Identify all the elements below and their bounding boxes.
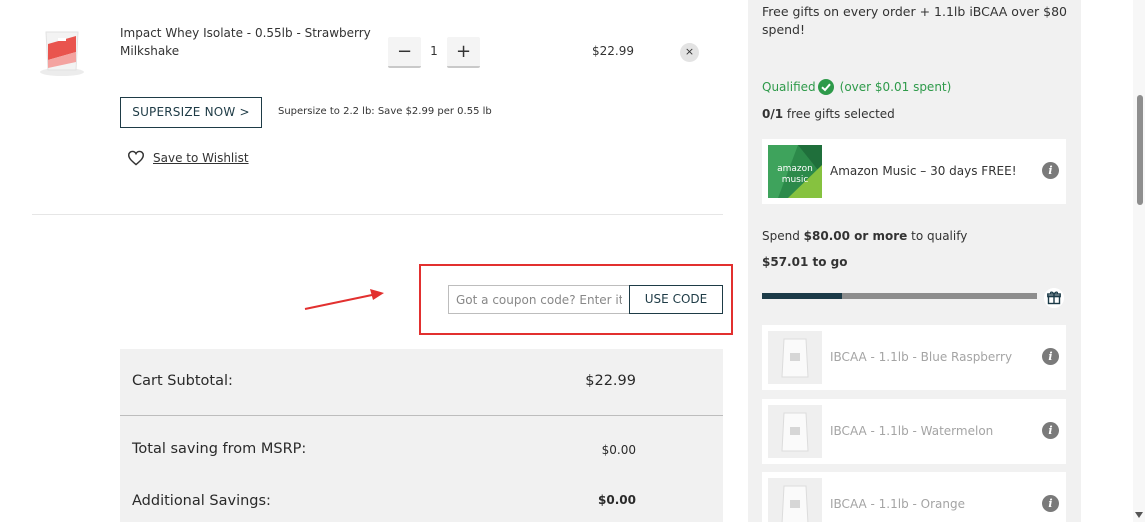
gift-selection-count: 0/1 free gifts selected (762, 107, 895, 121)
qualified-label: Qualified (762, 80, 816, 94)
amount-to-go: $57.01 to go (762, 255, 848, 269)
use-code-button[interactable]: USE CODE (629, 285, 723, 314)
ibcaa-pouch-image (768, 478, 822, 522)
ibcaa-pouch-image (768, 405, 822, 458)
spend-prefix: Spend (762, 229, 804, 243)
totals-divider (120, 415, 723, 416)
amazon-logo-line2: music (782, 175, 809, 185)
page-scrollbar[interactable] (1133, 0, 1145, 522)
msrp-saving-label: Total saving from MSRP: (132, 441, 307, 457)
gift-count-suffix: free gifts selected (783, 107, 895, 121)
qualified-note: (over $0.01 spent) (839, 80, 952, 94)
free-gifts-sidebar: Free gifts on every order + 1.1lb iBCAA … (748, 0, 1081, 522)
heart-icon (127, 150, 145, 166)
gift-name: IBCAA - 1.1lb - Blue Raspberry (830, 350, 1013, 364)
scroll-down-arrow-icon[interactable] (1135, 512, 1143, 518)
remove-item-button[interactable]: × (680, 43, 699, 62)
info-icon[interactable]: i (1042, 422, 1059, 439)
product-image[interactable] (32, 22, 92, 78)
gift-card-amazon-music[interactable]: amazon music Amazon Music – 30 days FREE… (762, 139, 1066, 204)
gift-icon (1044, 288, 1064, 308)
qualified-status: Qualified (over $0.01 spent) (762, 79, 951, 95)
spend-threshold: Spend $80.00 or more to qualify (762, 229, 967, 243)
check-circle-icon (817, 79, 834, 95)
gift-card-ibcaa-orange[interactable]: IBCAA - 1.1lb - Orange i (762, 472, 1066, 522)
subtotal-value: $22.99 (585, 373, 636, 389)
gift-name: Amazon Music – 30 days FREE! (830, 164, 1017, 178)
ibcaa-pouch-image (768, 331, 822, 384)
info-icon[interactable]: i (1042, 495, 1059, 512)
amazon-logo-line1: amazon (777, 164, 813, 174)
coupon-code-input[interactable] (448, 285, 629, 314)
quantity-value[interactable]: 1 (421, 44, 447, 58)
amazon-music-logo: amazon music (768, 145, 822, 198)
gift-card-ibcaa-watermelon[interactable]: IBCAA - 1.1lb - Watermelon i (762, 399, 1066, 464)
spend-suffix: to qualify (907, 229, 968, 243)
gift-name: IBCAA - 1.1lb - Watermelon (830, 424, 994, 438)
quantity-decrease-button[interactable]: − (388, 37, 421, 68)
quantity-increase-button[interactable]: + (447, 37, 480, 68)
annotation-arrow-icon (304, 289, 384, 310)
cart-totals: Cart Subtotal: $22.99 Total saving from … (120, 349, 723, 522)
section-divider (32, 214, 723, 215)
gift-name: IBCAA - 1.1lb - Orange (830, 497, 965, 511)
subtotal-label: Cart Subtotal: (132, 373, 233, 389)
gift-progress-bar (762, 293, 1037, 299)
info-icon[interactable]: i (1042, 162, 1059, 179)
scrollbar-thumb[interactable] (1137, 95, 1143, 205)
close-icon: × (684, 45, 695, 58)
gift-card-ibcaa-blue-raspberry[interactable]: IBCAA - 1.1lb - Blue Raspberry i (762, 325, 1066, 390)
save-to-wishlist-link[interactable]: Save to Wishlist (127, 150, 249, 166)
item-price: $22.99 (592, 44, 634, 58)
additional-savings-value: $0.00 (598, 493, 636, 507)
gift-progress-fill (762, 293, 842, 299)
supersize-button[interactable]: SUPERSIZE NOW > (120, 97, 262, 128)
msrp-saving-value: $0.00 (601, 443, 636, 457)
wishlist-label[interactable]: Save to Wishlist (153, 151, 249, 165)
spend-amount: $80.00 or more (803, 229, 908, 243)
info-icon[interactable]: i (1042, 348, 1059, 365)
supersize-note: Supersize to 2.2 lb: Save $2.99 per 0.55… (278, 106, 492, 117)
free-gifts-intro: Free gifts on every order + 1.1lb iBCAA … (762, 4, 1068, 37)
product-title[interactable]: Impact Whey Isolate - 0.55lb - Strawberr… (120, 24, 380, 60)
additional-savings-label: Additional Savings: (132, 493, 271, 509)
gift-count-value: 0/1 (762, 107, 784, 121)
